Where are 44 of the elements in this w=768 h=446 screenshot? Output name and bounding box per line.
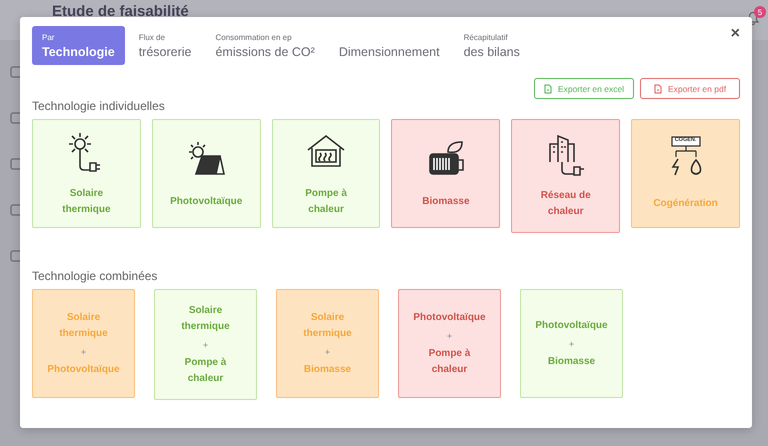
page-title: Etude de faisabilité bbox=[52, 2, 189, 20]
technology-card[interactable]: Solaire thermique + Pompe à chaleur bbox=[154, 289, 257, 400]
tab[interactable]: Flux de trésorerie bbox=[128, 26, 202, 65]
plus-sign: + bbox=[324, 346, 330, 358]
card-label: Biomasse bbox=[548, 354, 596, 368]
card-label: Photovoltaïque bbox=[47, 362, 120, 376]
card-label: Pompe à chaleur bbox=[304, 186, 348, 216]
tab[interactable]: Récapitulatif des bilans bbox=[454, 26, 530, 65]
card-label: Solaire thermique bbox=[58, 310, 109, 340]
document-icon bbox=[544, 84, 552, 94]
technology-card[interactable]: Photovoltaïque + Pompe à chaleur bbox=[398, 289, 501, 398]
card-label: Cogénération bbox=[653, 197, 718, 211]
tab[interactable]: Consommation en ep émissions de CO² bbox=[205, 26, 325, 65]
document-icon bbox=[654, 84, 662, 94]
card-label: Solaire thermique bbox=[180, 304, 231, 334]
card-label: Photovoltaïque bbox=[535, 318, 608, 332]
card-label: Solaire thermique bbox=[302, 310, 353, 340]
export-button[interactable]: Exporter en pdf bbox=[640, 78, 740, 99]
section-title: Technologie individuelles bbox=[32, 99, 166, 113]
plus-sign: + bbox=[568, 338, 574, 350]
close-button[interactable]: × bbox=[730, 25, 740, 43]
export-button[interactable]: Exporter en excel bbox=[534, 78, 634, 99]
tab[interactable]: Dimensionnement bbox=[328, 26, 450, 65]
card-label: Photovoltaïque bbox=[170, 194, 242, 208]
technology-card[interactable]: Solaire thermique bbox=[32, 119, 141, 228]
plus-sign: + bbox=[446, 330, 452, 342]
card-label: Solaire thermique bbox=[61, 186, 112, 216]
technology-card[interactable]: Solaire thermique + Photovoltaïque bbox=[32, 289, 135, 398]
card-label: Biomasse bbox=[304, 362, 352, 376]
technology-card[interactable]: Réseau de chaleur bbox=[511, 119, 620, 233]
plus-sign: + bbox=[202, 338, 208, 350]
card-label: Biomasse bbox=[422, 194, 470, 208]
plus-sign: + bbox=[80, 346, 86, 358]
card-label: Photovoltaïque bbox=[413, 310, 486, 324]
technology-card[interactable]: Biomasse bbox=[391, 119, 500, 228]
technology-card[interactable]: Solaire thermique + Biomasse bbox=[276, 289, 379, 398]
card-label: Réseau de chaleur bbox=[540, 189, 592, 219]
technology-card[interactable]: Photovoltaïque + Biomasse bbox=[520, 289, 623, 398]
technology-card[interactable]: Photovoltaïque bbox=[152, 119, 261, 228]
technology-card[interactable]: Pompe à chaleur bbox=[272, 119, 380, 228]
tab[interactable]: Par Technologie bbox=[32, 26, 125, 65]
card-label: Pompe à chaleur bbox=[428, 346, 472, 376]
card-label: Pompe à chaleur bbox=[184, 356, 228, 386]
section-title: Technologie combinées bbox=[32, 269, 158, 283]
